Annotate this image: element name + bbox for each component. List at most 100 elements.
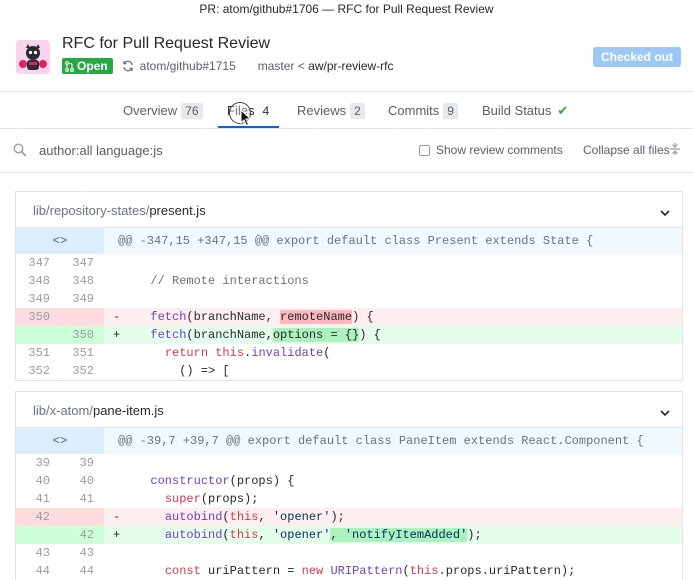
check-icon: ✔	[557, 102, 569, 118]
tab-bar: Overview 76 Files 4 Reviews 2 Commits 9 …	[0, 92, 693, 129]
tab-commits-label: Commits	[388, 103, 440, 118]
diff-line-deleted[interactable]: 42 - autobind(this, 'opener');	[16, 508, 682, 526]
repo-ref-link[interactable]: atom/github#1715	[140, 59, 236, 73]
pr-meta: Open atom/github#1715 master < aw/pr-rev…	[62, 58, 393, 74]
hunk-header-text: @@ -347,15 +347,15 @@ export default cla…	[118, 234, 594, 248]
branch-info: master < aw/pr-review-rfc	[258, 59, 394, 73]
tab-build-status-label: Build Status	[482, 103, 552, 118]
chevron-down-icon[interactable]	[660, 205, 670, 220]
collapse-icon[interactable]	[669, 142, 681, 159]
status-badge-label: Open	[77, 59, 108, 73]
file-dir: lib/repository-states/	[33, 203, 150, 218]
window-title: PR: atom/github#1706 — RFC for Pull Requ…	[199, 2, 494, 16]
old-line-number: 348	[28, 274, 50, 288]
tab-reviews-count: 2	[350, 102, 365, 119]
diff-line[interactable]: 43 43	[16, 544, 682, 562]
diff-line-deleted[interactable]: 350 - fetch(branchName, remoteName) {	[16, 308, 682, 326]
old-line-number: 42	[35, 510, 50, 524]
diff-code: // Remote interactions	[136, 274, 309, 288]
old-line-number: 43	[35, 546, 50, 560]
expand-icon[interactable]: <>	[16, 228, 104, 254]
file-dir: lib/x-atom/	[33, 403, 93, 418]
file-diff-present-js: lib/repository-states/present.js <> @@ -…	[15, 191, 683, 381]
old-line-number: 350	[28, 310, 50, 324]
diff-line[interactable]: 40 40 constructor(props) {	[16, 472, 682, 490]
new-line-number: 348	[72, 274, 94, 288]
diff-line[interactable]: 41 41 super(props);	[16, 490, 682, 508]
tab-reviews-label: Reviews	[297, 103, 347, 118]
old-line-number: 352	[28, 364, 50, 378]
hunk-header: <> @@ -39,7 +39,7 @@ export default clas…	[16, 428, 682, 454]
old-line-number: 347	[28, 256, 50, 270]
addition-sign: +	[113, 328, 121, 342]
diff-code: return this.invalidate(	[164, 346, 331, 360]
new-line-number: 347	[72, 256, 94, 270]
diff-line[interactable]: 352 352 () => [	[16, 362, 682, 380]
new-line-number: 350	[72, 328, 94, 342]
chevron-down-icon[interactable]	[660, 405, 670, 420]
checked-out-button[interactable]: Checked out	[592, 47, 681, 67]
deletion-sign: -	[113, 310, 121, 324]
old-line-number: 39	[35, 456, 50, 470]
status-badge: Open	[62, 58, 113, 74]
show-review-comments-checkbox[interactable]	[419, 145, 430, 156]
sync-icon[interactable]	[122, 60, 134, 72]
file-path: lib/repository-states/present.js	[33, 203, 206, 218]
diff-line[interactable]: 347 347	[16, 254, 682, 272]
diff-line-added[interactable]: 42 + autobind(this, 'opener', 'notifyIte…	[16, 526, 682, 544]
old-line-number: 40	[35, 474, 50, 488]
new-line-number: 349	[72, 292, 94, 306]
branch-separator: <	[297, 59, 305, 73]
old-line-number: 44	[35, 564, 50, 578]
new-line-number: 42	[79, 528, 94, 542]
old-line-number: 41	[35, 492, 50, 506]
file-header[interactable]: lib/x-atom/pane-item.js	[16, 392, 682, 428]
tab-commits-count: 9	[443, 102, 458, 119]
diff-code: fetch(branchName,options = {}) {	[150, 328, 381, 342]
old-line-number: 351	[28, 346, 50, 360]
new-line-number: 39	[79, 456, 94, 470]
tab-commits[interactable]: Commits 9	[388, 92, 458, 129]
addition-sign: +	[113, 528, 121, 542]
file-name: present.js	[149, 203, 206, 218]
file-header[interactable]: lib/repository-states/present.js	[16, 192, 682, 228]
old-line-number: 349	[28, 292, 50, 306]
file-name: pane-item.js	[92, 403, 164, 418]
diff-line[interactable]: 39 39	[16, 454, 682, 472]
mouse-pointer-icon	[240, 108, 252, 130]
avatar	[16, 40, 50, 74]
search-input[interactable]: author:all language:js	[39, 143, 163, 158]
new-line-number: 40	[79, 474, 94, 488]
expand-icon[interactable]: <>	[16, 428, 104, 454]
diff-code: autobind(this, 'opener', 'notifyItemAdde…	[164, 528, 482, 542]
show-review-comments-label[interactable]: Show review comments	[436, 143, 563, 157]
diff-line-added[interactable]: 350 + fetch(branchName,options = {}) {	[16, 326, 682, 344]
tab-overview-label: Overview	[123, 103, 178, 118]
file-path: lib/x-atom/pane-item.js	[33, 403, 164, 418]
new-line-number: 351	[72, 346, 94, 360]
tab-overview[interactable]: Overview 76	[123, 92, 203, 129]
diff-code: autobind(this, 'opener');	[164, 510, 345, 524]
new-line-number: 44	[79, 564, 94, 578]
filter-bar: author:all language:js Show review comme…	[0, 129, 693, 173]
diff-line[interactable]: 349 349	[16, 290, 682, 308]
diff-line[interactable]: 44 44 const uriPattern = new URIPattern(t…	[16, 562, 682, 580]
diff-code: const uriPattern = new URIPattern(this.p…	[164, 564, 576, 578]
tab-build-status[interactable]: Build Status ✔	[482, 92, 568, 129]
new-line-number: 352	[72, 364, 94, 378]
base-branch: master	[257, 59, 295, 73]
diff-code: fetch(branchName, remoteName) {	[150, 310, 374, 324]
hunk-header-text: @@ -39,7 +39,7 @@ export default class P…	[118, 434, 644, 448]
hunk-header: <> @@ -347,15 +347,15 @@ export default …	[16, 228, 682, 254]
tab-reviews[interactable]: Reviews 2	[297, 92, 365, 129]
file-diff-pane-item-js: lib/x-atom/pane-item.js <> @@ -39,7 +39,…	[15, 391, 683, 580]
tab-files-count: 4	[262, 103, 270, 118]
diff-code: super(props);	[164, 492, 259, 506]
deletion-sign: -	[113, 510, 121, 524]
diff-code: () => [	[136, 364, 230, 378]
search-icon	[13, 143, 27, 160]
collapse-all-button[interactable]: Collapse all files	[583, 143, 670, 157]
diff-line[interactable]: 351 351 return this.invalidate(	[16, 344, 682, 362]
tab-overview-count: 76	[181, 102, 203, 119]
diff-line[interactable]: 348 348 // Remote interactions	[16, 272, 682, 290]
